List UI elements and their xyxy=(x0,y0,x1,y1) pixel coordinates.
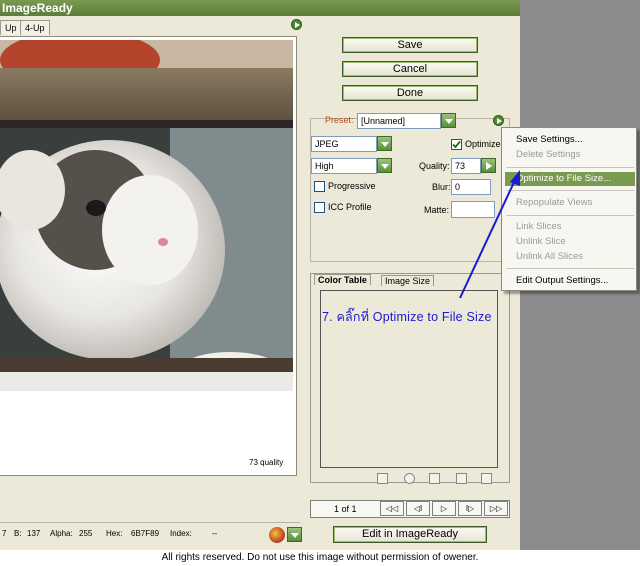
status-g-value: 7 xyxy=(2,529,7,538)
status-b-label: B: xyxy=(14,529,22,538)
icc-profile-label: ICC Profile xyxy=(328,202,372,212)
preview-menu-button[interactable] xyxy=(291,19,302,30)
status-hex-label: Hex: xyxy=(106,529,123,538)
map-color-icon[interactable] xyxy=(377,473,388,484)
rabbit-image-icon xyxy=(0,40,293,391)
play-button[interactable]: ▷ xyxy=(432,501,456,516)
annotation-arrow-icon xyxy=(459,170,520,299)
lock-color-icon[interactable] xyxy=(429,473,440,484)
optimized-checkbox[interactable] xyxy=(451,139,462,150)
annotation-text: 7. คลิ๊กที่ Optimize to File Size xyxy=(322,310,492,324)
tab-4-up[interactable]: 4-Up xyxy=(20,20,50,35)
prev-page-button[interactable]: ◁I xyxy=(406,501,430,516)
tab-color-table[interactable]: Color Table xyxy=(314,274,371,285)
trash-icon[interactable] xyxy=(481,473,492,484)
optimized-label: Optimized xyxy=(465,139,506,149)
quality-level-select[interactable]: High xyxy=(311,158,377,174)
quality-caption: 73 quality xyxy=(249,458,284,467)
status-hex-value: 6B7F89 xyxy=(131,529,160,538)
last-page-button[interactable]: ▷▷ xyxy=(484,501,508,516)
tab-2-up[interactable]: Up xyxy=(0,20,22,35)
progressive-checkbox[interactable] xyxy=(314,181,325,192)
next-page-button[interactable]: I▷ xyxy=(458,501,482,516)
status-index-label: Index: xyxy=(170,529,192,538)
preset-select[interactable]: [Unnamed] xyxy=(357,113,441,129)
browser-dropdown-icon[interactable] xyxy=(287,527,302,542)
optimize-menu-button[interactable] xyxy=(493,115,504,126)
checkmark-icon xyxy=(452,140,461,149)
format-dropdown-icon[interactable] xyxy=(377,136,392,151)
web-snap-icon[interactable] xyxy=(404,473,415,484)
copyright-footer: All rights reserved. Do not use this ima… xyxy=(0,551,640,566)
rabbit-photo xyxy=(0,40,293,391)
status-index-value: -- xyxy=(212,529,218,538)
preset-dropdown-icon[interactable] xyxy=(441,113,456,128)
format-select[interactable]: JPEG xyxy=(311,136,377,152)
status-alpha-label: Alpha: xyxy=(50,529,73,538)
icc-profile-checkbox[interactable] xyxy=(314,202,325,213)
progressive-label: Progressive xyxy=(328,181,376,191)
quality-level-dropdown-icon[interactable] xyxy=(377,158,392,173)
cancel-button[interactable]: Cancel xyxy=(342,61,478,77)
menu-item-delete-settings: Delete Settings xyxy=(516,149,581,160)
new-color-icon[interactable] xyxy=(456,473,467,484)
edit-in-imageready-button[interactable]: Edit in ImageReady xyxy=(333,526,487,543)
tab-image-size[interactable]: Image Size xyxy=(381,275,435,286)
status-alpha-value: 255 xyxy=(79,529,93,538)
done-button[interactable]: Done xyxy=(342,85,478,101)
menu-item-optimize-to-file-size[interactable]: Optimize to File Size... xyxy=(516,173,611,184)
status-b-value: 137 xyxy=(27,529,41,538)
pager-text: 1 of 1 xyxy=(334,504,357,514)
menu-item-save-settings[interactable]: Save Settings... xyxy=(516,134,583,145)
first-page-button[interactable]: ◁◁ xyxy=(380,501,404,516)
window-title: ImageReady xyxy=(0,0,520,16)
preset-label: Preset: xyxy=(325,115,354,125)
save-button[interactable]: Save xyxy=(342,37,478,53)
browser-preview-icon[interactable] xyxy=(269,527,285,543)
